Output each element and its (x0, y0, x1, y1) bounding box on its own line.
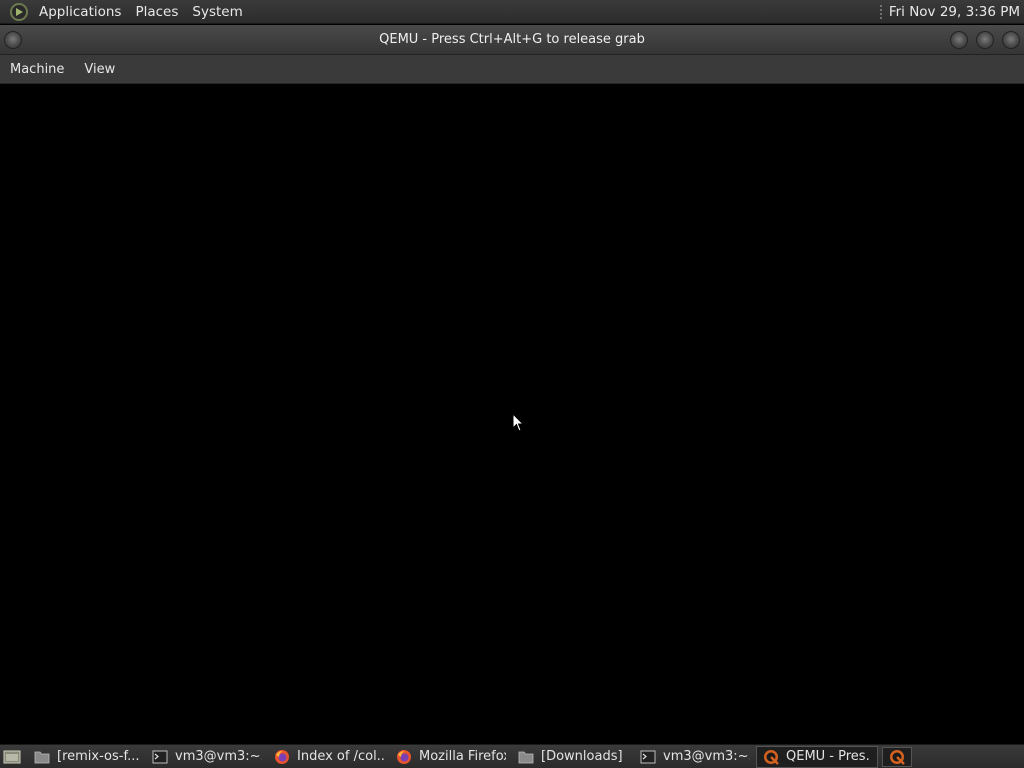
qemu-tray-icon[interactable] (882, 746, 912, 767)
folder-icon (34, 749, 50, 765)
panel-handle-icon[interactable] (878, 3, 883, 20)
menu-view[interactable]: View (74, 62, 125, 77)
taskbar-item-label: Index of /col... (297, 749, 384, 764)
taskbar-item-active[interactable]: QEMU - Pres... (756, 745, 878, 768)
window-title: QEMU - Press Ctrl+Alt+G to release grab (379, 32, 645, 47)
taskbar-item[interactable]: vm3@vm3:~... (146, 746, 268, 768)
terminal-icon (640, 749, 656, 765)
qemu-icon (763, 749, 779, 765)
system-menu[interactable]: System (185, 0, 249, 24)
taskbar: [remix-os-f... vm3@vm3:~... Index of /co… (0, 744, 1024, 768)
taskbar-item-label: Mozilla Firefox (419, 749, 506, 764)
folder-icon (518, 749, 534, 765)
taskbar-item[interactable]: [remix-os-f... (28, 746, 146, 768)
taskbar-item[interactable]: [Downloads] (512, 746, 634, 768)
vm-display[interactable] (0, 84, 1024, 744)
taskbar-item-label: vm3@vm3:~... (175, 749, 262, 764)
show-desktop-icon[interactable] (2, 747, 22, 767)
taskbar-item-label: [Downloads] (541, 749, 623, 764)
minimize-button[interactable] (950, 31, 968, 49)
taskbar-item-label: [remix-os-f... (57, 749, 140, 764)
menu-logo-icon[interactable] (10, 2, 28, 21)
applications-menu[interactable]: Applications (32, 0, 128, 24)
menu-machine[interactable]: Machine (0, 62, 74, 77)
firefox-icon (396, 749, 412, 765)
taskbar-item[interactable]: vm3@vm3:~... (634, 746, 756, 768)
window-titlebar[interactable]: QEMU - Press Ctrl+Alt+G to release grab (0, 25, 1024, 55)
firefox-icon (274, 749, 290, 765)
clock[interactable]: Fri Nov 29, 3:36 PM (889, 4, 1020, 20)
maximize-button[interactable] (976, 31, 994, 49)
terminal-icon (152, 749, 168, 765)
places-menu[interactable]: Places (128, 0, 185, 24)
mouse-pointer-icon (512, 413, 524, 432)
close-button[interactable] (1002, 31, 1020, 49)
taskbar-item-label: QEMU - Pres... (786, 749, 871, 764)
qemu-menubar: Machine View (0, 55, 1024, 84)
top-panel: Applications Places System Fri Nov 29, 3… (0, 0, 1024, 24)
taskbar-item[interactable]: Mozilla Firefox (390, 746, 512, 768)
window-menu-button[interactable] (4, 31, 22, 49)
taskbar-item-label: vm3@vm3:~... (663, 749, 750, 764)
taskbar-item[interactable]: Index of /col... (268, 746, 390, 768)
